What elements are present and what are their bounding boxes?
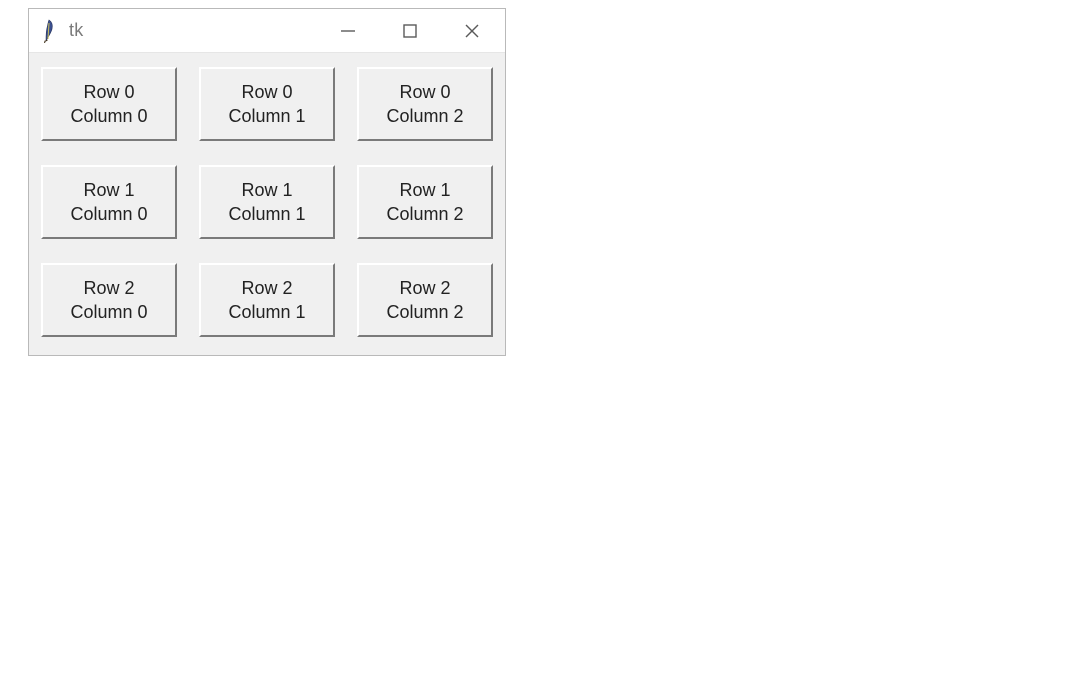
- button-line2: Column 2: [386, 104, 463, 128]
- button-line2: Column 1: [228, 300, 305, 324]
- grid-button-2-1[interactable]: Row 2 Column 1: [199, 263, 335, 337]
- button-line2: Column 0: [70, 202, 147, 226]
- app-window: tk Row 0 Column 0 Row 0: [28, 8, 506, 356]
- grid-button-0-0[interactable]: Row 0 Column 0: [41, 67, 177, 141]
- button-line1: Row 1: [83, 178, 134, 202]
- button-line1: Row 0: [399, 80, 450, 104]
- grid-button-1-0[interactable]: Row 1 Column 0: [41, 165, 177, 239]
- window-title: tk: [69, 20, 84, 41]
- button-line1: Row 1: [241, 178, 292, 202]
- close-icon: [462, 21, 482, 41]
- button-line1: Row 1: [399, 178, 450, 202]
- button-grid: Row 0 Column 0 Row 0 Column 1 Row 0 Colu…: [41, 67, 493, 337]
- close-button[interactable]: [441, 9, 503, 53]
- button-line2: Column 1: [228, 202, 305, 226]
- maximize-icon: [400, 21, 420, 41]
- button-line1: Row 0: [83, 80, 134, 104]
- button-line1: Row 2: [83, 276, 134, 300]
- button-line2: Column 0: [70, 300, 147, 324]
- button-line2: Column 2: [386, 300, 463, 324]
- grid-button-1-2[interactable]: Row 1 Column 2: [357, 165, 493, 239]
- button-line2: Column 2: [386, 202, 463, 226]
- grid-button-0-1[interactable]: Row 0 Column 1: [199, 67, 335, 141]
- client-area: Row 0 Column 0 Row 0 Column 1 Row 0 Colu…: [29, 53, 505, 355]
- minimize-button[interactable]: [317, 9, 379, 53]
- grid-button-0-2[interactable]: Row 0 Column 2: [357, 67, 493, 141]
- tk-feather-icon: [39, 18, 59, 44]
- minimize-icon: [338, 21, 358, 41]
- button-line1: Row 0: [241, 80, 292, 104]
- button-line1: Row 2: [241, 276, 292, 300]
- button-line2: Column 0: [70, 104, 147, 128]
- titlebar[interactable]: tk: [29, 9, 505, 53]
- maximize-button[interactable]: [379, 9, 441, 53]
- grid-button-2-2[interactable]: Row 2 Column 2: [357, 263, 493, 337]
- button-line1: Row 2: [399, 276, 450, 300]
- button-line2: Column 1: [228, 104, 305, 128]
- grid-button-1-1[interactable]: Row 1 Column 1: [199, 165, 335, 239]
- grid-button-2-0[interactable]: Row 2 Column 0: [41, 263, 177, 337]
